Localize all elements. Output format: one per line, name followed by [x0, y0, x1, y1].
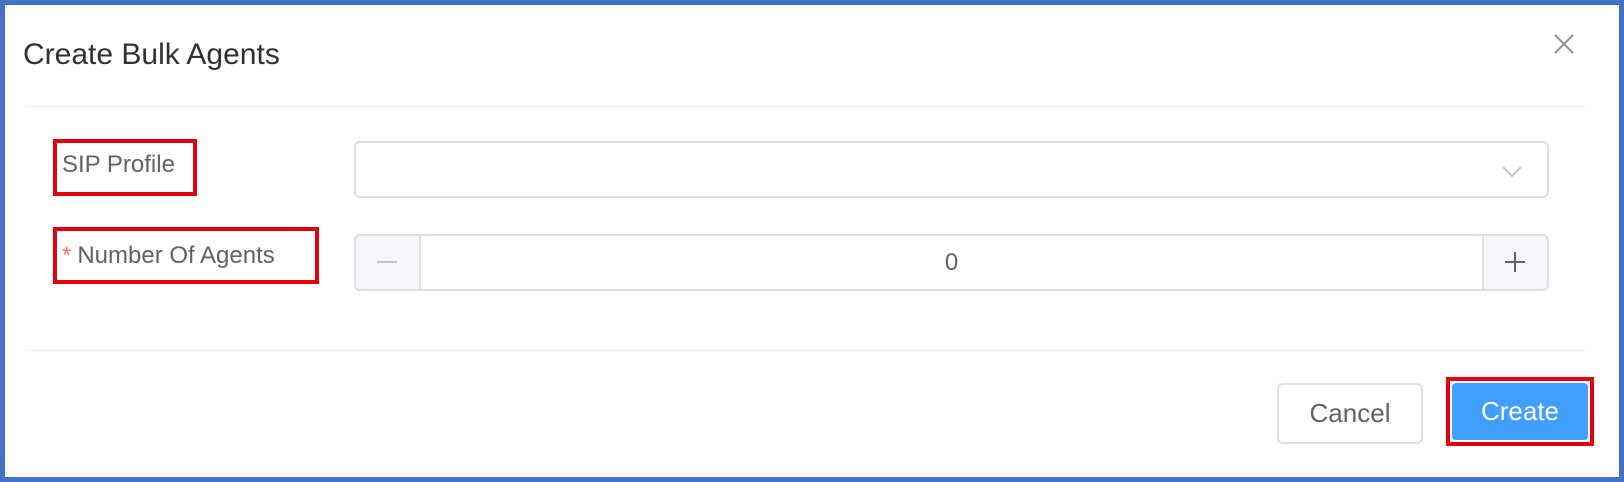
minus-icon: [377, 261, 397, 263]
plus-icon: [1505, 252, 1525, 272]
close-icon[interactable]: [1553, 33, 1575, 55]
cancel-button[interactable]: Cancel: [1277, 383, 1423, 444]
number-of-agents-input[interactable]: 0: [421, 236, 1482, 289]
increment-button[interactable]: [1482, 236, 1547, 289]
create-button[interactable]: Create: [1452, 383, 1588, 440]
header-divider: [25, 106, 1585, 107]
create-bulk-agents-dialog: Create Bulk Agents SIP Profile * Number O…: [5, 5, 1619, 477]
dialog-title: Create Bulk Agents: [23, 38, 280, 71]
sip-profile-select[interactable]: [354, 141, 1549, 198]
number-of-agents-label: * Number Of Agents: [62, 241, 275, 271]
sip-profile-label: SIP Profile: [62, 151, 175, 178]
chevron-down-icon: [1501, 161, 1523, 181]
footer-divider: [25, 350, 1585, 351]
number-of-agents-label-text: Number Of Agents: [77, 242, 275, 269]
required-asterisk: *: [62, 242, 72, 269]
decrement-button[interactable]: [356, 236, 421, 289]
number-of-agents-stepper: 0: [354, 234, 1549, 291]
